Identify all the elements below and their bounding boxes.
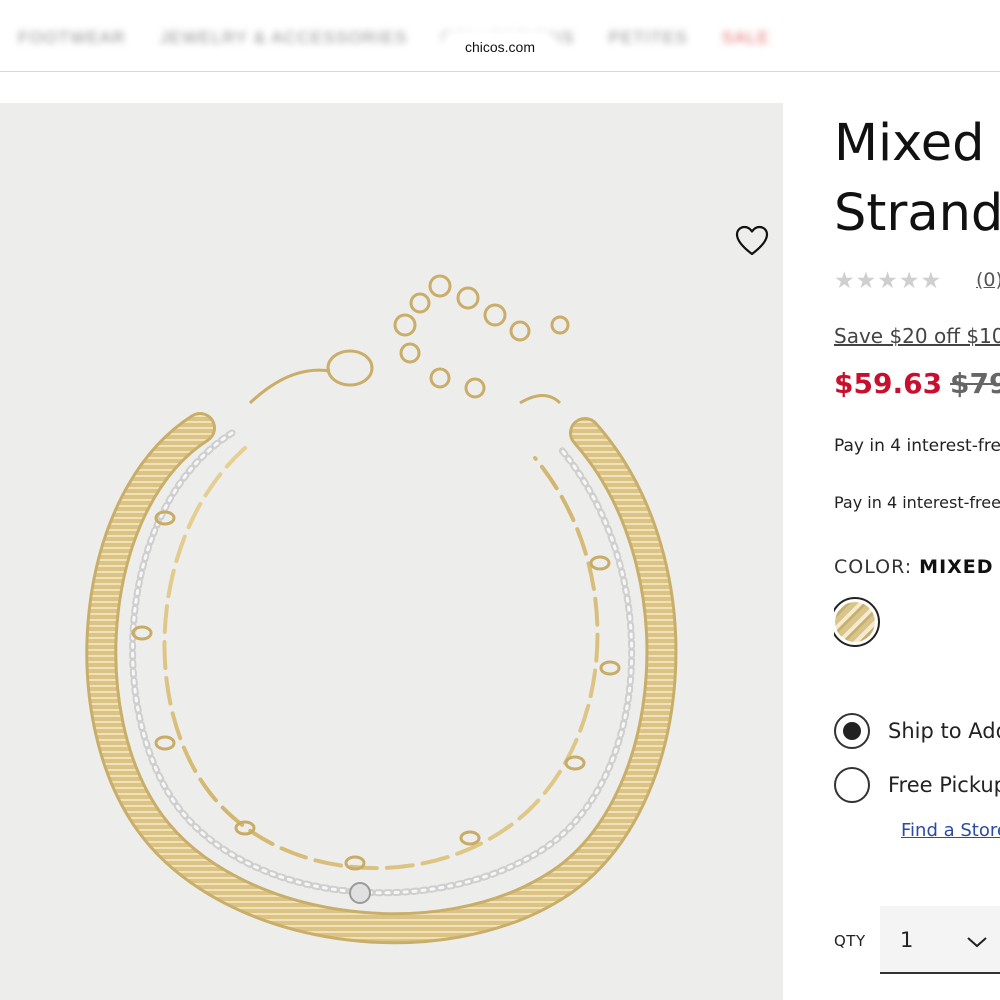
qty-label: QTY <box>834 932 866 950</box>
color-label: COLOR: MIXED <box>834 556 994 578</box>
nav-item-jewelry[interactable]: JEWELRY & ACCESSORIES <box>160 28 408 48</box>
product-info-panel: Mixed Strand ★★★★★ (0) Save $20 off $100… <box>834 103 1000 1000</box>
free-pickup-label[interactable]: Free Pickup <box>888 773 1000 797</box>
product-title: Mixed Strand <box>834 109 1000 249</box>
ship-to-address-radio[interactable] <box>834 713 870 749</box>
heart-outline-icon[interactable] <box>735 225 769 257</box>
qty-value: 1 <box>900 928 914 952</box>
color-label-text: COLOR: <box>834 556 913 578</box>
nav-item-sale[interactable]: SALE <box>722 28 770 48</box>
free-pickup-radio[interactable] <box>834 767 870 803</box>
quantity-select[interactable]: 1 <box>880 906 1000 974</box>
chevron-down-icon <box>967 937 987 948</box>
nav-item-footwear[interactable]: FOOTWEAR <box>18 28 126 48</box>
color-value: MIXED <box>919 556 994 578</box>
color-swatch-mixed[interactable] <box>834 597 880 647</box>
promo-link[interactable]: Save $20 off $100 <box>834 324 1000 348</box>
nav-item-petites[interactable]: PETITES <box>609 28 688 48</box>
rating-stars-icon: ★★★★★ <box>834 268 943 294</box>
installment-message-2: Pay in 4 interest-free <box>834 493 1000 512</box>
installment-message-1: Pay in 4 interest-free <box>834 436 1000 456</box>
sale-price: $59.63 <box>834 367 943 400</box>
title-line-2: Strand <box>834 184 1000 243</box>
site-header: FOOTWEAR JEWELRY & ACCESSORIES COLLECTIO… <box>0 0 1000 72</box>
original-price: $79 <box>950 367 1000 400</box>
category-nav: FOOTWEAR JEWELRY & ACCESSORIES COLLECTIO… <box>18 28 770 48</box>
radio-selected-dot <box>843 722 861 740</box>
find-a-store-link[interactable]: Find a Store <box>901 820 1000 841</box>
url-pill[interactable]: chicos.com <box>446 34 554 60</box>
title-line-1: Mixed <box>834 114 985 173</box>
review-count-link[interactable]: (0) <box>976 269 1000 291</box>
product-image[interactable] <box>0 103 783 1000</box>
ship-to-address-label[interactable]: Ship to Address <box>888 719 1000 743</box>
swatch-texture <box>835 602 875 642</box>
bracelet-photo <box>85 274 678 945</box>
